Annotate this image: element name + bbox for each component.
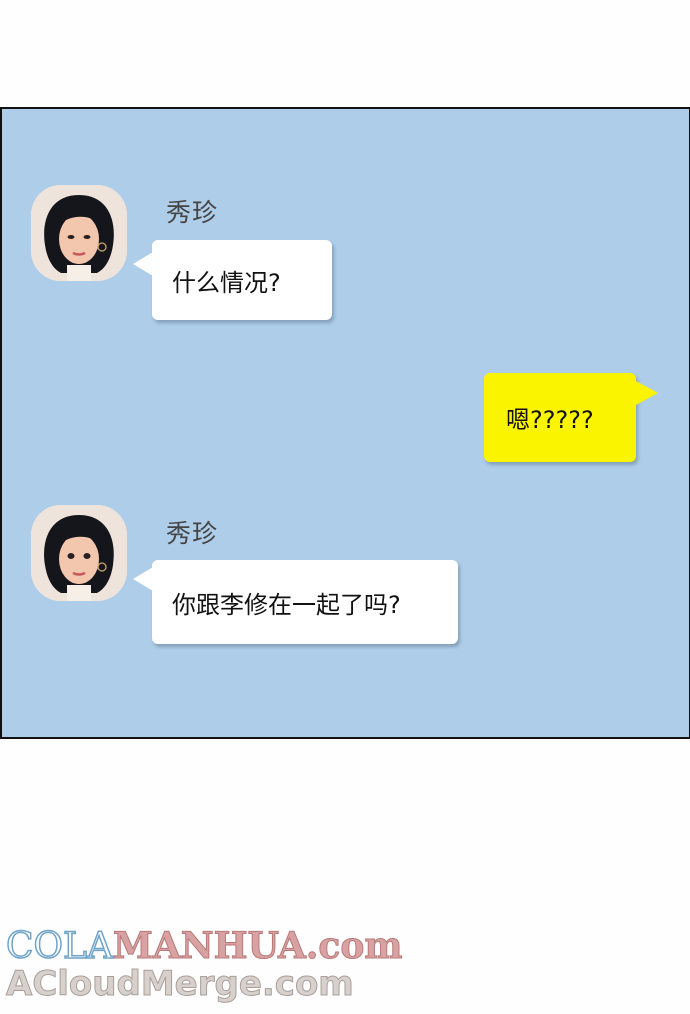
sender-name: 秀珍 (166, 198, 219, 227)
message-text: 什么情况? (172, 268, 281, 297)
message-text: 你跟李修在一起了吗? (172, 590, 401, 619)
woman-portrait-icon (31, 185, 127, 281)
sender-avatar[interactable] (31, 505, 127, 601)
chat-panel: 秀珍 什么情况? 嗯????? 秀珍 你跟李修在一起了吗? (0, 107, 690, 739)
sender-name: 秀珍 (166, 519, 219, 548)
watermark-acloudmerge: ACloudMerge.com (6, 964, 355, 1005)
bubble-tail (133, 252, 153, 276)
woman-portrait-icon (31, 505, 127, 601)
bubble-tail (133, 567, 153, 591)
watermark-colamanhua: COLAMANHUA.com (5, 925, 403, 968)
message-bubble-outgoing[interactable]: 嗯????? (484, 373, 636, 462)
sender-avatar[interactable] (31, 185, 127, 281)
watermark-part-b: MANHUA.com (112, 925, 403, 968)
message-text: 嗯????? (506, 406, 594, 434)
message-bubble-incoming[interactable]: 你跟李修在一起了吗? (152, 560, 458, 644)
message-bubble-incoming[interactable]: 什么情况? (152, 240, 332, 320)
watermark-part-a: COLA (5, 925, 113, 968)
bubble-tail (636, 381, 658, 405)
